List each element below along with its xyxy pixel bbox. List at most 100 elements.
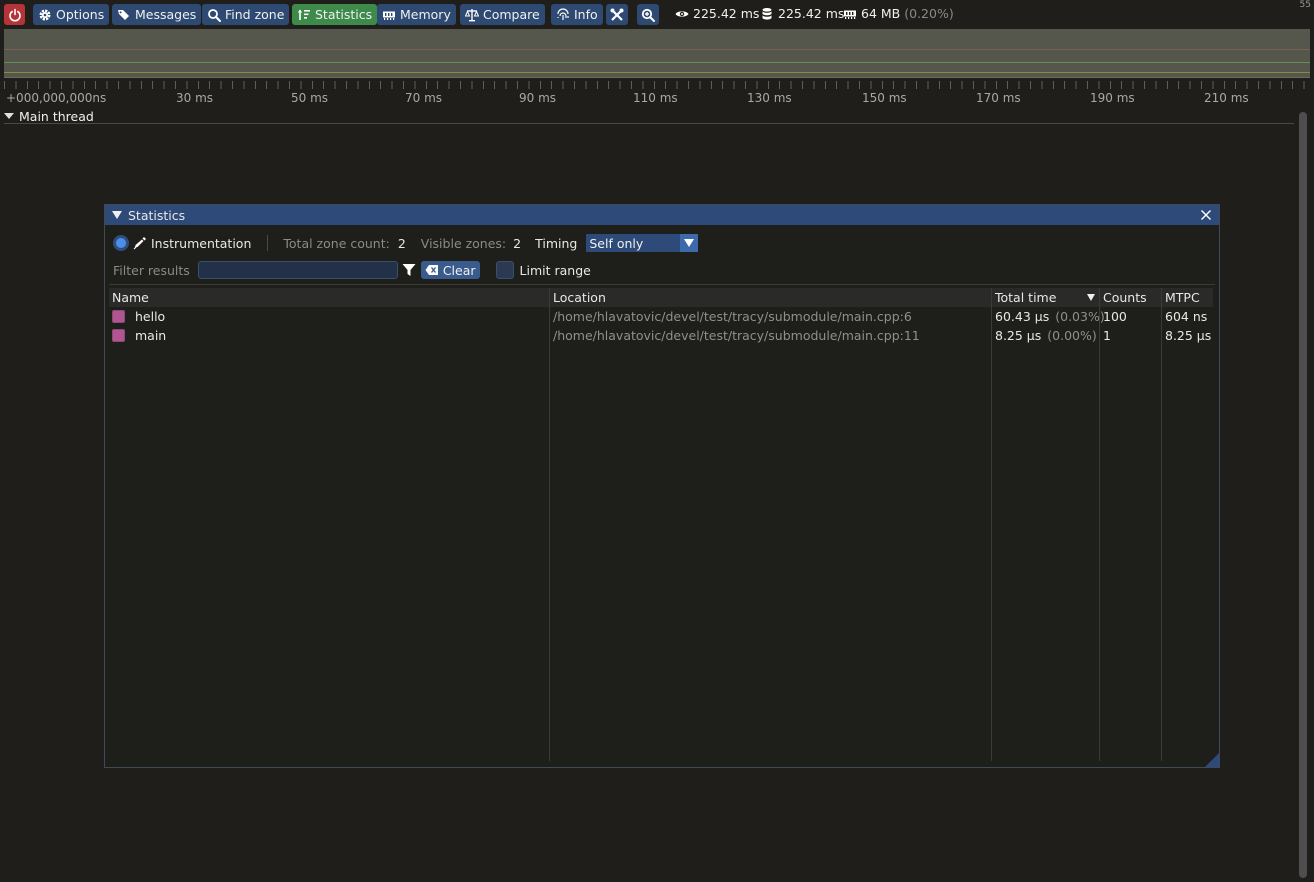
column-header-counts[interactable]: Counts	[1100, 288, 1160, 307]
tags-icon	[117, 8, 131, 22]
total-time-label: Total time	[995, 290, 1057, 305]
timing-select[interactable]: Self only	[586, 234, 699, 252]
memory-button[interactable]: Memory	[377, 4, 456, 25]
frame-target-line-120fps	[4, 72, 1310, 73]
frame-target-line-60fps	[4, 62, 1310, 63]
filter-input[interactable]	[197, 261, 398, 279]
zone-mtpc: 604 ns	[1165, 309, 1208, 324]
frame-target-line-30fps	[4, 49, 1310, 50]
statistics-label: Statistics	[315, 7, 373, 22]
zone-name-cell: main	[109, 326, 166, 345]
limit-range-checkbox[interactable]	[495, 261, 514, 279]
options-label: Options	[56, 7, 105, 22]
options-button[interactable]: Options	[33, 4, 110, 25]
total-time-pct: (0.03%)	[1055, 309, 1105, 324]
table-header: Name Location Total time Counts MTPC	[109, 288, 1213, 307]
tick-label: 70 ms	[405, 91, 443, 105]
window-resize-grip[interactable]	[1205, 753, 1219, 767]
eye-icon	[675, 7, 689, 21]
database-icon	[760, 7, 774, 21]
info-button[interactable]: Info	[551, 4, 603, 25]
column-divider[interactable]	[1161, 288, 1162, 761]
power-button[interactable]	[4, 4, 25, 25]
zone-name-cell: hello	[109, 307, 165, 326]
thread-header-main[interactable]: Main thread	[4, 109, 1294, 124]
visible-zones-label: Visible zones:	[420, 235, 507, 251]
column-header-mtpc[interactable]: MTPC	[1162, 288, 1213, 307]
db-time-stat: 225.42 ms	[760, 6, 844, 21]
divider	[109, 284, 1215, 285]
backspace-icon	[425, 263, 439, 277]
timeline-scrollbar[interactable]	[1296, 110, 1310, 880]
column-divider[interactable]	[991, 288, 992, 761]
scale-balance-icon	[465, 8, 479, 22]
collapse-window-icon[interactable]	[112, 211, 122, 219]
filter-row: Filter results Clear Limit range	[113, 261, 591, 279]
time-ruler[interactable]: +000,000,000ns 30 ms 50 ms 70 ms 90 ms 1…	[4, 79, 1310, 107]
clear-filter-button[interactable]: Clear	[420, 261, 480, 279]
fps-counter: 55	[1299, 0, 1311, 10]
close-icon[interactable]	[1199, 208, 1213, 222]
memory-icon	[382, 8, 396, 22]
zone-total-time: 60.43 μs (0.03%)	[992, 307, 1105, 326]
filter-icon	[402, 263, 416, 277]
timing-select-value: Self only	[589, 235, 644, 251]
column-header-name[interactable]: Name	[109, 288, 548, 307]
ruler-ticks	[4, 81, 1310, 89]
table-row[interactable]: main /home/hlavatovic/devel/test/tracy/s…	[109, 326, 1213, 345]
filter-label: Filter results	[113, 262, 190, 278]
memory-usage-value: 64 MB	[861, 6, 901, 21]
tick-label: 30 ms	[176, 91, 214, 105]
collapse-arrow-icon	[4, 113, 14, 119]
zone-location[interactable]: /home/hlavatovic/devel/test/tracy/submod…	[550, 307, 912, 326]
find-zone-label: Find zone	[225, 7, 285, 22]
tools-button[interactable]	[606, 4, 628, 25]
statistics-mode-row: Instrumentation Total zone count: 2 Visi…	[113, 234, 699, 252]
column-divider[interactable]	[549, 288, 550, 761]
frame-graph[interactable]	[4, 29, 1310, 78]
tick-label: +000,000,000ns	[6, 91, 107, 105]
column-header-location[interactable]: Location	[550, 288, 990, 307]
fingerprint-icon	[556, 7, 570, 22]
view-time-value: 225.42 ms	[693, 6, 760, 21]
timing-label: Timing	[535, 235, 578, 251]
messages-button[interactable]: Messages	[112, 4, 202, 25]
column-header-total-time[interactable]: Total time	[992, 288, 1098, 307]
zoom-button[interactable]	[637, 4, 659, 25]
statistics-table: Name Location Total time Counts MTPC hel…	[109, 288, 1213, 761]
memory-chip-icon	[843, 7, 857, 21]
chevron-down-icon	[680, 234, 699, 252]
instrumentation-radio[interactable]	[113, 235, 129, 251]
zone-mtpc: 8.25 μs	[1165, 328, 1212, 343]
statistics-button[interactable]: Statistics	[292, 4, 378, 25]
compare-button[interactable]: Compare	[460, 4, 545, 25]
total-zone-count-value: 2	[397, 235, 406, 251]
zone-counts: 1	[1103, 328, 1111, 343]
statistics-window: Statistics Instrumentation Total zone co…	[104, 204, 1220, 768]
tick-label: 110 ms	[633, 91, 678, 105]
visible-zones-value: 2	[513, 235, 522, 251]
zone-name[interactable]: main	[135, 328, 166, 343]
tick-label: 90 ms	[519, 91, 557, 105]
tick-label: 130 ms	[747, 91, 792, 105]
zone-location[interactable]: /home/hlavatovic/devel/test/tracy/submod…	[550, 326, 920, 345]
total-time-value: 8.25 μs	[995, 328, 1042, 343]
tick-label: 170 ms	[976, 91, 1021, 105]
info-label: Info	[574, 7, 598, 22]
table-row[interactable]: hello /home/hlavatovic/devel/test/tracy/…	[109, 307, 1213, 326]
find-zone-button[interactable]: Find zone	[202, 4, 290, 25]
tick-label: 150 ms	[862, 91, 907, 105]
clear-label: Clear	[442, 262, 476, 278]
column-divider[interactable]	[1099, 288, 1100, 761]
tick-label: 50 ms	[291, 91, 329, 105]
search-icon	[207, 8, 221, 22]
power-icon	[8, 8, 22, 22]
scrollbar-thumb[interactable]	[1299, 112, 1307, 878]
zone-name[interactable]: hello	[135, 309, 165, 324]
statistics-titlebar[interactable]: Statistics	[105, 205, 1219, 225]
syringe-icon	[133, 236, 147, 250]
instrumentation-label: Instrumentation	[151, 235, 252, 251]
zone-total-time: 8.25 μs (0.00%)	[992, 326, 1097, 345]
gear-icon	[38, 8, 52, 22]
total-zone-count-label: Total zone count:	[283, 235, 390, 251]
